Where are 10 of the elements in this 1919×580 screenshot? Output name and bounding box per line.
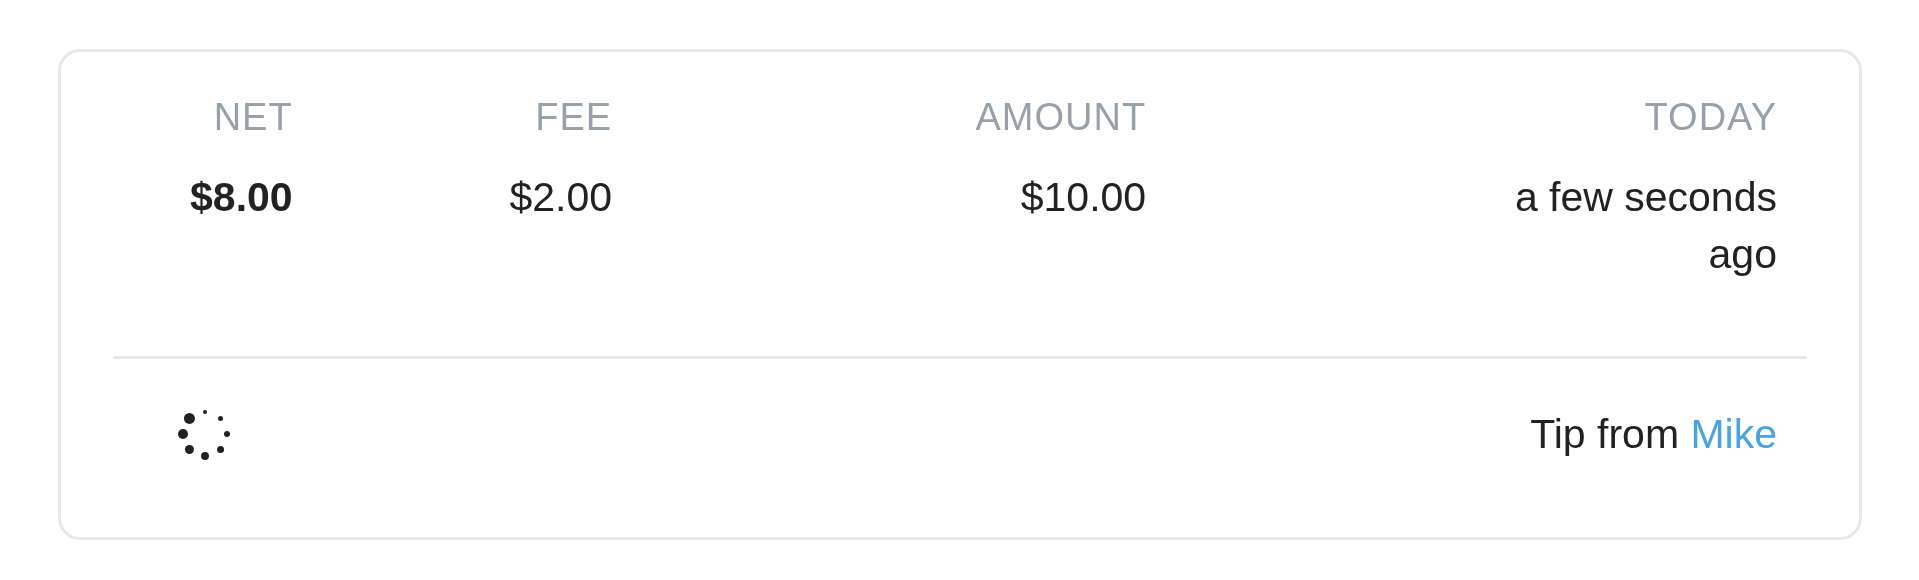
column-header: AMOUNT [975, 96, 1147, 139]
column-header: NET [213, 96, 293, 139]
column-header: FEE [535, 96, 613, 139]
column-value: $8.00 [190, 173, 293, 222]
user-link[interactable]: Mike [1690, 410, 1777, 457]
column-value: $2.00 [509, 173, 613, 222]
column-value: $10.00 [1020, 173, 1147, 222]
tip-description: Tip from Mike [1530, 410, 1777, 458]
column-header: TODAY [1644, 96, 1777, 139]
column-value: a few seconds ago [1513, 173, 1777, 280]
